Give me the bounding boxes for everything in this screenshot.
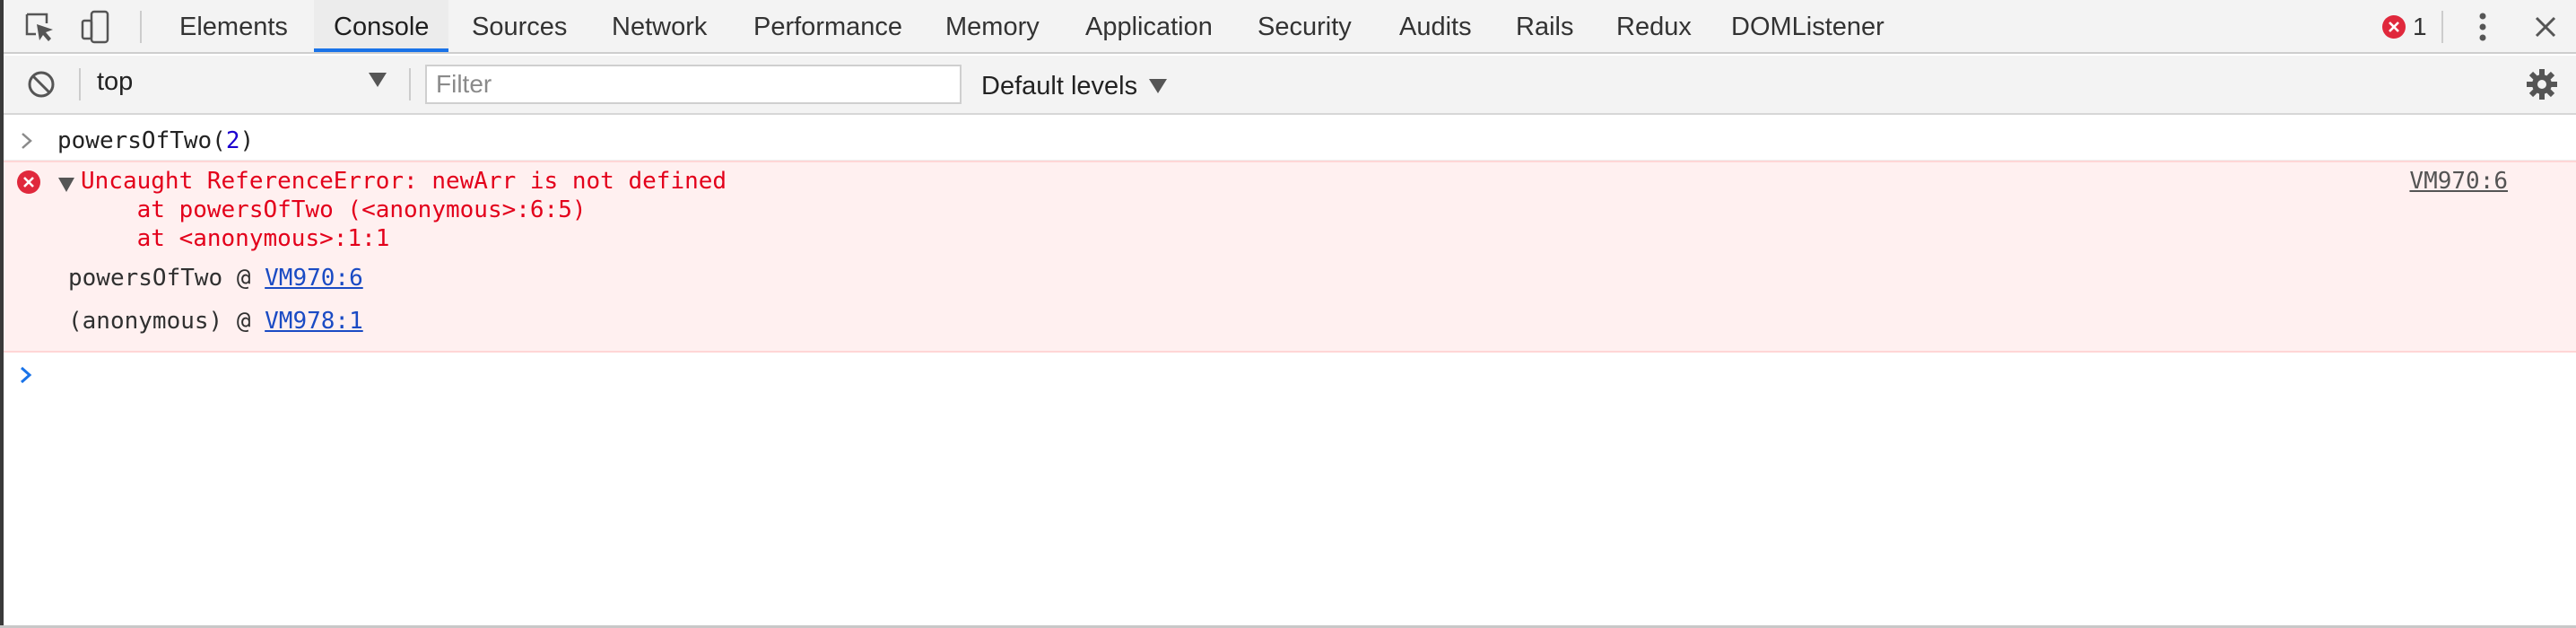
command-prefix: powersOfTwo( <box>57 127 226 154</box>
frame-link[interactable]: VM970:6 <box>265 265 363 292</box>
console-input-echo: powersOfTwo(2) <box>4 126 2576 161</box>
clear-console-icon[interactable] <box>22 65 61 104</box>
tab-performance[interactable]: Performance <box>734 0 922 52</box>
stack-frame: (anonymous) @ VM978:1 <box>68 308 363 335</box>
frame-link[interactable]: VM978:1 <box>265 308 363 335</box>
tab-domlistener[interactable]: DOMListener <box>1711 0 1904 52</box>
error-message: Uncaught ReferenceError: newArr is not d… <box>81 168 727 195</box>
toolbar-divider <box>2441 11 2443 43</box>
error-message-block: Uncaught ReferenceError: newArr is not d… <box>4 161 2576 353</box>
tab-rails[interactable]: Rails <box>1496 0 1593 52</box>
console-toolbar: top Default levels <box>4 56 2576 115</box>
error-source-link[interactable]: VM970:6 <box>2409 168 2508 195</box>
stack-line: at <anonymous>:1:1 <box>81 225 390 252</box>
expand-triangle-icon[interactable] <box>57 177 75 197</box>
device-toolbar-icon[interactable] <box>75 7 115 47</box>
frame-at: @ <box>236 308 251 335</box>
tab-console[interactable]: Console <box>314 0 449 52</box>
tab-application[interactable]: Application <box>1066 0 1232 52</box>
filter-input[interactable] <box>425 65 962 104</box>
tab-sources[interactable]: Sources <box>452 0 587 52</box>
error-icon <box>2382 15 2406 39</box>
command-argument: 2 <box>225 127 240 154</box>
error-count-label: 1 <box>2413 13 2427 40</box>
kebab-menu-icon[interactable] <box>2463 7 2502 47</box>
tab-redux[interactable]: Redux <box>1597 0 1711 52</box>
dropdown-arrow-icon[interactable] <box>368 72 387 92</box>
error-counter[interactable]: 1 <box>2382 9 2427 45</box>
dropdown-arrow-icon <box>1149 79 1168 93</box>
input-caret-icon <box>20 131 34 155</box>
tab-elements[interactable]: Elements <box>160 0 308 52</box>
console-prompt-icon[interactable] <box>18 364 34 390</box>
command-suffix: ) <box>239 127 255 154</box>
error-icon <box>16 170 41 199</box>
settings-gear-icon[interactable] <box>2522 65 2562 104</box>
console-command[interactable]: powersOfTwo(2) <box>57 127 254 154</box>
tab-security[interactable]: Security <box>1238 0 1371 52</box>
stack-line: at powersOfTwo (<anonymous>:6:5) <box>81 196 587 223</box>
frame-function: (anonymous) <box>68 308 223 335</box>
tab-network[interactable]: Network <box>592 0 727 52</box>
toolbar-divider <box>79 68 81 100</box>
frame-function: powersOfTwo <box>68 265 223 292</box>
tab-audits[interactable]: Audits <box>1379 0 1492 52</box>
tab-memory[interactable]: Memory <box>926 0 1059 52</box>
inspect-element-icon[interactable] <box>20 7 59 47</box>
frame-at: @ <box>236 265 251 292</box>
devtools-tab-bar: Elements Console Sources Network Perform… <box>4 0 2576 54</box>
log-levels-label: Default levels <box>981 71 1138 100</box>
toolbar-divider <box>140 11 142 43</box>
toolbar-divider <box>409 68 411 100</box>
close-icon[interactable] <box>2526 7 2565 47</box>
context-selector[interactable]: top <box>97 67 133 97</box>
stack-frame: powersOfTwo @ VM970:6 <box>68 265 363 292</box>
log-levels-dropdown[interactable]: Default levels <box>981 66 1168 106</box>
